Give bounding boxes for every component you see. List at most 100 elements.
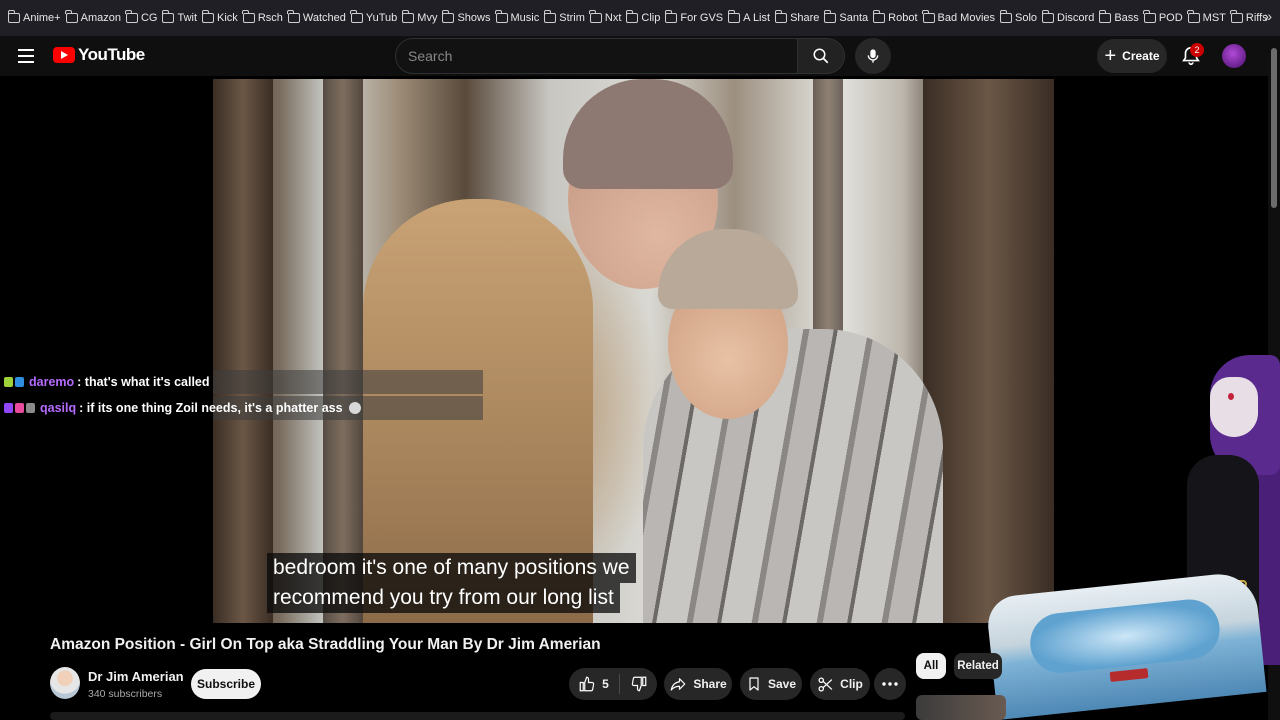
folder-icon	[201, 10, 215, 23]
channel-avatar[interactable]	[50, 667, 80, 699]
microphone-icon	[867, 49, 879, 63]
subscribe-button[interactable]: Subscribe	[191, 669, 261, 699]
bookmark-folder[interactable]: Twit	[161, 6, 202, 30]
bookmark-folder[interactable]: A List	[727, 6, 775, 30]
bookmark-label: Watched	[302, 12, 346, 24]
save-label: Save	[767, 677, 797, 691]
channel-name[interactable]: Dr Jim Amerian	[88, 669, 184, 684]
clip-label: Clip	[840, 677, 863, 691]
more-actions-button[interactable]	[874, 668, 906, 700]
folder-icon	[922, 10, 935, 23]
bookmark-folder[interactable]: Santa	[823, 6, 873, 30]
subscriber-count: 340 subscribers	[88, 688, 163, 700]
search-button[interactable]	[797, 38, 845, 74]
bookmark-label: Amazon	[80, 12, 121, 24]
bookmark-folder[interactable]: Strim	[543, 6, 590, 30]
video-player[interactable]: bedroom it's one of many positions we re…	[213, 79, 1054, 623]
video-frame-tree	[213, 79, 273, 623]
bookmark-label: Santa	[839, 12, 869, 24]
masthead: YouTube Search + Create 2	[0, 36, 1268, 76]
video-frame-figure	[563, 79, 733, 189]
bookmark-label: Twit	[177, 12, 198, 24]
dislike-button[interactable]	[626, 675, 648, 693]
vtuber-forehead-gem	[1228, 393, 1234, 400]
bookmark-folder[interactable]: Amazon	[65, 6, 126, 30]
bookmark-folder[interactable]: POD	[1143, 6, 1188, 30]
bookmark-label: Strim	[559, 12, 585, 24]
bookmark-label: Solo	[1015, 12, 1038, 24]
bookmark-folder[interactable]: Anime+	[7, 6, 66, 30]
search-input[interactable]: Search	[395, 38, 799, 74]
folder-icon	[589, 10, 602, 23]
bookmark-folder[interactable]: For GVS	[664, 6, 728, 30]
bookmark-label: Bad Movies	[937, 12, 996, 24]
bookmark-folder[interactable]: Kick	[201, 6, 243, 30]
chat-emote-icon	[348, 402, 361, 414]
plus-icon: +	[1104, 45, 1117, 67]
bookmark-folder[interactable]: Discord	[1041, 6, 1099, 30]
bookmark-folder[interactable]: Solo	[999, 6, 1042, 30]
chat-text: : that's what it's called	[77, 375, 210, 389]
chevron-double-right-icon[interactable]: »	[1264, 8, 1272, 24]
menu-icon-line	[18, 61, 34, 63]
scissors-icon	[818, 676, 833, 692]
bookmark-folder[interactable]: CG	[125, 6, 163, 30]
bookmark-folder[interactable]: Robot	[872, 6, 922, 30]
folder-icon	[543, 10, 557, 23]
description-box-edge	[50, 712, 905, 720]
bookmark-label: Robot	[888, 12, 918, 24]
folder-icon	[441, 10, 455, 23]
chat-badge-icon	[15, 377, 24, 387]
hot-tub-water	[1027, 596, 1223, 677]
bookmark-folder[interactable]: YuTub	[350, 6, 402, 30]
bookmark-label: YuTub	[365, 12, 398, 24]
bookmark-folder[interactable]: Clip	[625, 6, 665, 30]
related-video-thumbnail[interactable]	[916, 695, 1006, 720]
folder-icon	[774, 10, 788, 23]
menu-icon-line	[18, 49, 34, 51]
bookmark-folder[interactable]: Shows	[441, 6, 495, 30]
bookmark-label: Nxt	[604, 12, 622, 24]
bookmark-label: Music	[510, 12, 540, 24]
bookmark-folder[interactable]: MST	[1187, 6, 1231, 30]
bookmarks-bar: Anime+ Amazon CG Twit Kick Rsch Watched …	[0, 0, 1280, 36]
folder-icon	[872, 10, 886, 23]
thumbs-up-icon	[579, 676, 595, 692]
bookmark-label: Discord	[1057, 12, 1095, 24]
youtube-logo[interactable]: YouTube	[53, 45, 145, 65]
voice-search-button[interactable]	[855, 38, 891, 74]
account-avatar[interactable]	[1222, 44, 1246, 68]
chat-badge-icon	[26, 403, 35, 413]
folder-icon	[350, 10, 363, 23]
folder-icon	[1187, 10, 1200, 23]
bookmark-label: For GVS	[680, 12, 724, 24]
chip-all[interactable]: All	[916, 653, 946, 679]
like-button[interactable]: 5	[578, 674, 620, 694]
bookmark-folder[interactable]: Mvy	[401, 6, 442, 30]
bookmark-label: Anime+	[23, 12, 61, 24]
save-button[interactable]: Save	[740, 668, 802, 700]
bookmark-label: Rsch	[257, 12, 283, 24]
bookmark-folder[interactable]: Bad Movies	[922, 6, 1000, 30]
create-button[interactable]: + Create	[1097, 39, 1167, 73]
bookmark-label: Bass	[1114, 12, 1139, 24]
caption-line: recommend you try from our long list	[267, 583, 620, 613]
bookmark-icon	[749, 677, 759, 691]
chat-username: daremo	[29, 375, 75, 389]
folder-icon	[999, 10, 1013, 23]
clip-button[interactable]: Clip	[810, 668, 870, 700]
scrollbar-thumb[interactable]	[1271, 48, 1277, 208]
guide-menu-button[interactable]	[14, 44, 38, 68]
bookmark-folder[interactable]: Share	[774, 6, 824, 30]
chip-related[interactable]: Related	[954, 653, 1002, 679]
bookmark-folder[interactable]: Rsch	[242, 6, 288, 30]
more-horizontal-icon	[882, 682, 898, 686]
bookmark-folder[interactable]: Watched	[287, 6, 351, 30]
bookmark-label: CG	[140, 12, 158, 24]
bookmark-folder[interactable]: Music	[495, 6, 545, 30]
share-label: Share	[693, 677, 727, 691]
bookmark-folder[interactable]: Bass	[1098, 6, 1143, 30]
bookmark-folder[interactable]: Nxt	[589, 6, 627, 30]
youtube-play-icon	[53, 47, 75, 63]
share-button[interactable]: Share	[664, 668, 732, 700]
